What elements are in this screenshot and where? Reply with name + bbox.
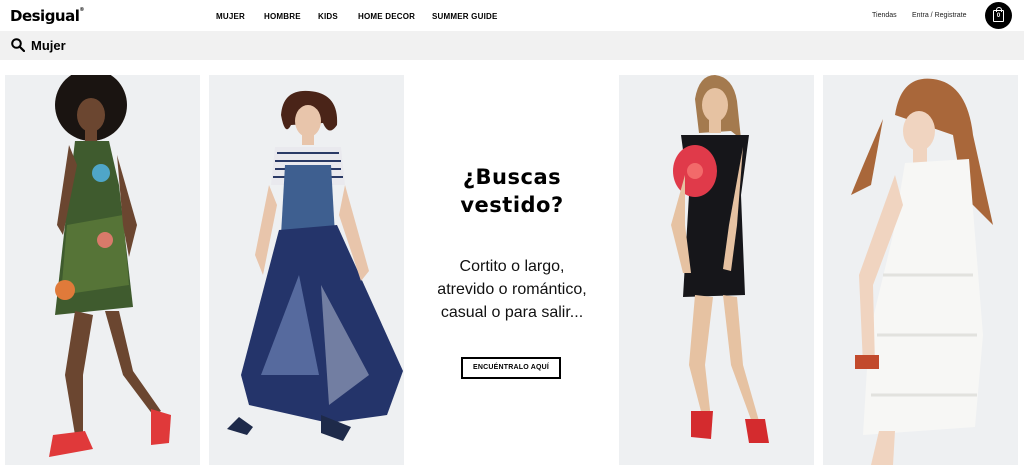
nav-item-hombre[interactable]: HOMBRE <box>264 12 301 21</box>
shopping-cart-button[interactable]: 0 <box>985 2 1012 29</box>
desigual-logo[interactable]: Desigual® <box>10 7 84 25</box>
model-black-flower-dress-image <box>671 75 769 443</box>
model-white-lace-dress-image <box>851 78 993 465</box>
nav-item-mujer[interactable]: MUJER <box>216 12 245 21</box>
nav-item-summer-guide[interactable]: SUMMER GUIDE <box>432 12 498 21</box>
find-it-here-button[interactable]: ENCUÉNTRALO AQUÍ <box>461 357 561 379</box>
search-bar[interactable] <box>0 31 1024 60</box>
nav-item-home-decor[interactable]: HOME DECOR <box>358 12 415 21</box>
shopping-bag-icon: 0 <box>993 7 1004 22</box>
nav-item-kids[interactable]: KIDS <box>318 12 338 21</box>
product-card-white-lace-dress[interactable] <box>823 75 1018 465</box>
product-card-denim-dress[interactable] <box>209 75 404 465</box>
promo-title: ¿Buscas vestido? <box>460 165 564 217</box>
logo-mark: ® <box>79 7 84 13</box>
top-navigation-bar: Desigual® MUJER HOMBRE KIDS HOME DECOR S… <box>0 0 1024 31</box>
search-icon[interactable] <box>11 38 25 52</box>
promo-description: Cortito o largo, atrevido o romántico, c… <box>437 258 587 321</box>
model-denim-dress-image <box>227 90 403 441</box>
promo-block: ¿Buscas vestido? Cortito o largo, atrevi… <box>413 75 611 465</box>
model-green-dress-image <box>49 75 171 457</box>
search-query-label: Mujer <box>31 38 66 53</box>
stores-link[interactable]: Tiendas <box>872 12 897 19</box>
logo-text: Desigual <box>10 7 80 25</box>
account-link[interactable]: Entra / Registrate <box>912 12 966 19</box>
product-card-black-flower-dress[interactable] <box>619 75 814 465</box>
product-card-green-dress[interactable] <box>5 75 200 465</box>
cart-count: 0 <box>996 13 1001 19</box>
